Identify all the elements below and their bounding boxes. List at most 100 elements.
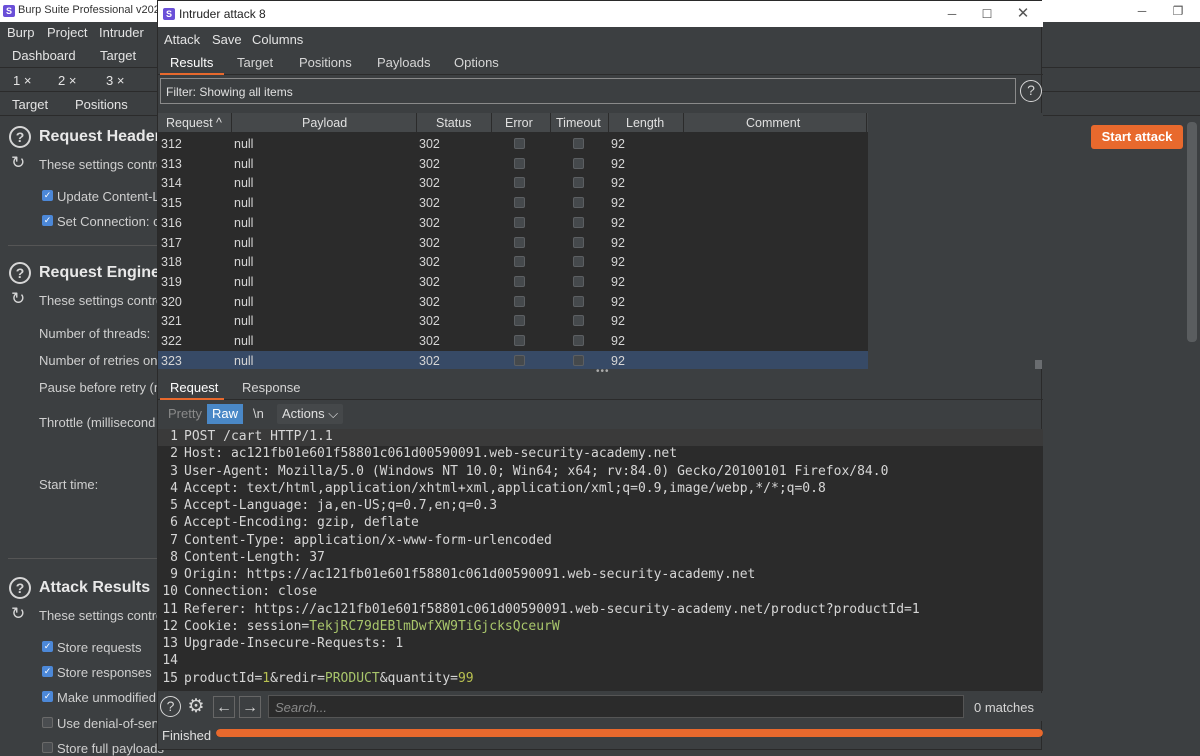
- attack-menubar: Attack Save Columns: [158, 27, 1043, 51]
- cell-status: 302: [419, 294, 440, 309]
- refresh-icon[interactable]: ↻: [11, 290, 29, 308]
- checkbox-label: Make unmodified: [57, 690, 156, 705]
- table-row[interactable]: 323 null 302 92: [158, 350, 868, 369]
- tab-target[interactable]: Target: [100, 48, 136, 63]
- table-empty-area: [868, 113, 1043, 369]
- checkbox-make-unmodified[interactable]: ✓: [42, 691, 53, 702]
- tab-request[interactable]: Request: [170, 380, 218, 395]
- table-row[interactable]: 314 null 302 92: [158, 173, 868, 193]
- checkbox-label: Update Content-L: [57, 189, 160, 204]
- menu-save[interactable]: Save: [212, 32, 242, 47]
- cell-request: 320: [161, 294, 182, 309]
- tab-payloads[interactable]: Payloads: [377, 55, 430, 70]
- body-token: productId: [184, 670, 255, 686]
- main-maximize-icon[interactable]: ❐: [1160, 0, 1196, 22]
- checkbox-set-connection[interactable]: ✓: [42, 215, 53, 226]
- col-length[interactable]: Length: [626, 116, 664, 130]
- main-minimize-icon[interactable]: ─: [1124, 0, 1160, 22]
- table-row[interactable]: 321 null 302 92: [158, 311, 868, 331]
- code-line: Referer: https://ac121fb01e601f58801c061…: [184, 601, 920, 617]
- table-row[interactable]: 317 null 302 92: [158, 233, 868, 253]
- tab-positions[interactable]: Positions: [299, 55, 352, 70]
- intruder-tab-3[interactable]: 3 ×: [106, 73, 124, 88]
- checkbox-label: Store full payloads: [57, 741, 164, 756]
- actions-dropdown-button[interactable]: Actions ⌵: [277, 404, 344, 424]
- results-table-header: Request ^ Payload Status Error Timeout L…: [158, 113, 868, 133]
- arrow-right-icon[interactable]: →: [239, 696, 261, 718]
- table-scrollbar[interactable]: [1035, 360, 1042, 369]
- tab-results[interactable]: Results: [170, 55, 213, 70]
- intruder-tab-1[interactable]: 1 ×: [13, 73, 31, 88]
- cell-request: 313: [161, 156, 182, 171]
- checkbox-use-denial-of-service[interactable]: [42, 717, 53, 728]
- refresh-icon[interactable]: ↻: [11, 154, 29, 172]
- tab-options[interactable]: Options: [454, 55, 499, 70]
- setting-retries-label: Number of retries on: [39, 353, 158, 368]
- intruder-tab-2[interactable]: 2 ×: [58, 73, 76, 88]
- request-response-tabs: Request Response: [158, 376, 1043, 400]
- subtab-target[interactable]: Target: [12, 97, 48, 112]
- setting-threads-label: Number of threads:: [39, 326, 151, 341]
- start-attack-button[interactable]: Start attack: [1091, 125, 1183, 149]
- checkbox-store-responses[interactable]: ✓: [42, 666, 53, 677]
- filter-bar[interactable]: Filter: Showing all items: [160, 78, 1016, 104]
- col-status[interactable]: Status: [436, 116, 471, 130]
- code-line: productId=1&redir=PRODUCT&quantity=99: [184, 671, 474, 686]
- menu-columns[interactable]: Columns: [252, 32, 303, 47]
- col-timeout[interactable]: Timeout: [556, 116, 601, 130]
- line-number: 2: [170, 446, 178, 462]
- attack-window-title: Intruder attack 8: [179, 7, 266, 21]
- tab-dashboard[interactable]: Dashboard: [12, 48, 76, 63]
- tab-target[interactable]: Target: [237, 55, 273, 70]
- table-row[interactable]: 315 null 302 92: [158, 193, 868, 213]
- menu-intruder[interactable]: Intruder: [99, 25, 144, 40]
- attack-close-icon[interactable]: ✕: [1005, 3, 1041, 25]
- code-line: Content-Length: 37: [184, 549, 325, 565]
- raw-button[interactable]: Raw: [207, 404, 244, 424]
- menu-attack[interactable]: Attack: [164, 32, 200, 47]
- cell-payload: null: [234, 314, 254, 329]
- section-divider: [8, 558, 158, 559]
- table-row[interactable]: 318 null 302 92: [158, 252, 868, 272]
- col-payload[interactable]: Payload: [302, 116, 347, 130]
- help-icon[interactable]: ?: [9, 577, 31, 599]
- filter-help-icon[interactable]: ?: [1020, 80, 1042, 102]
- line-number: 12: [162, 618, 178, 634]
- help-icon[interactable]: ?: [9, 262, 31, 284]
- settings-gear-icon[interactable]: ⚙: [185, 696, 207, 718]
- newline-toggle-button[interactable]: \n: [248, 404, 269, 424]
- line-number: 1: [170, 429, 178, 444]
- line-number: 15: [162, 670, 178, 686]
- refresh-icon[interactable]: ↻: [11, 605, 29, 623]
- search-input[interactable]: Search...: [268, 695, 964, 718]
- code-line: POST /cart HTTP/1.1: [184, 429, 333, 444]
- tab-response[interactable]: Response: [242, 380, 301, 395]
- help-icon[interactable]: ?: [160, 696, 181, 717]
- menu-project[interactable]: Project: [47, 25, 87, 40]
- table-row[interactable]: 320 null 302 92: [158, 292, 868, 312]
- request-editor[interactable]: 1 POST /cart HTTP/1.1 2 Host: ac121fb01e601…: [158, 429, 1043, 691]
- attack-maximize-icon[interactable]: ☐: [969, 3, 1005, 25]
- checkbox-update-content-length[interactable]: ✓: [42, 190, 53, 201]
- table-row[interactable]: 319 null 302 92: [158, 272, 868, 292]
- table-row[interactable]: 322 null 302 92: [158, 331, 868, 351]
- attack-minimize-icon[interactable]: ─: [934, 3, 970, 25]
- cell-status: 302: [419, 314, 440, 329]
- col-request[interactable]: Request ^: [166, 116, 222, 130]
- checkbox-store-requests[interactable]: ✓: [42, 641, 53, 652]
- line-number: 3: [170, 463, 178, 479]
- table-row[interactable]: 313 null 302 92: [158, 154, 868, 174]
- col-comment[interactable]: Comment: [746, 116, 800, 130]
- pretty-button[interactable]: Pretty: [163, 404, 207, 424]
- attack-progress-fill: [216, 729, 1043, 737]
- col-error[interactable]: Error: [505, 116, 533, 130]
- arrow-left-icon[interactable]: ←: [213, 696, 235, 718]
- menu-burp[interactable]: Burp: [7, 25, 34, 40]
- main-scrollbar[interactable]: [1187, 122, 1197, 342]
- cell-length: 92: [611, 334, 625, 348]
- checkbox-store-full-payloads[interactable]: [42, 742, 53, 753]
- table-row[interactable]: 312 null 302 92: [158, 134, 868, 154]
- subtab-positions[interactable]: Positions: [75, 97, 128, 112]
- help-icon[interactable]: ?: [9, 126, 31, 148]
- table-row[interactable]: 316 null 302 92: [158, 213, 868, 233]
